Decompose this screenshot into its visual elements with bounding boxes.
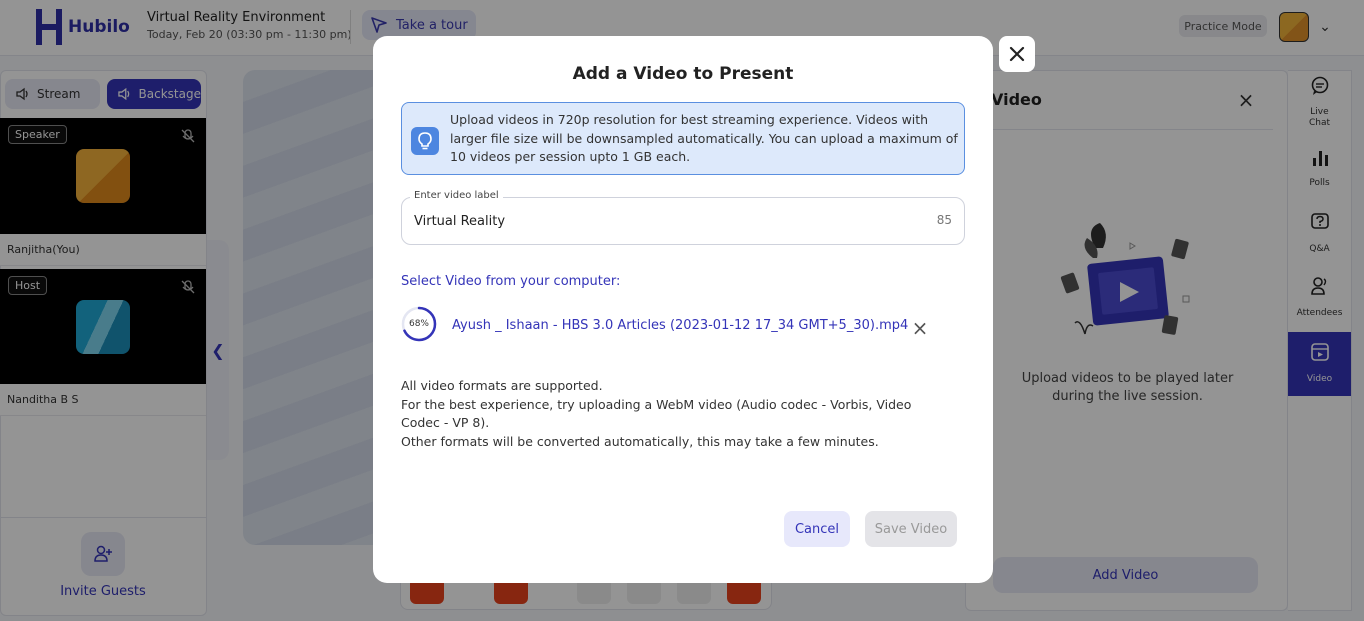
video-label-input[interactable] bbox=[414, 210, 894, 232]
save-video-button[interactable]: Save Video bbox=[865, 511, 957, 547]
selected-file-name: Ayush _ Ishaan - HBS 3.0 Articles (2023-… bbox=[452, 318, 909, 333]
select-video-label: Select Video from your computer: bbox=[401, 274, 621, 289]
cancel-button[interactable]: Cancel bbox=[784, 511, 850, 547]
format-note: Other formats will be converted automati… bbox=[401, 433, 879, 449]
video-label-field: Enter video label 85 bbox=[401, 190, 965, 245]
char-count: 85 bbox=[936, 213, 952, 227]
upload-info-text: Upload videos in 720p resolution for bes… bbox=[450, 112, 958, 164]
modal-title: Add a Video to Present bbox=[572, 64, 794, 84]
format-note: For the best experience, try uploading a… bbox=[401, 396, 912, 431]
format-notes: All video formats are supported. For the… bbox=[401, 377, 941, 451]
video-label-field-label: Enter video label bbox=[410, 190, 503, 201]
format-note: All video formats are supported. bbox=[401, 378, 603, 393]
remove-file-icon[interactable]: × bbox=[911, 318, 929, 338]
upload-progress-text: 68% bbox=[408, 319, 429, 329]
close-modal-icon[interactable] bbox=[999, 36, 1035, 72]
upload-info-box: Upload videos in 720p resolution for bes… bbox=[401, 102, 965, 175]
add-video-modal: Add a Video to Present Upload videos in … bbox=[373, 36, 993, 583]
lightbulb-icon bbox=[411, 127, 439, 155]
